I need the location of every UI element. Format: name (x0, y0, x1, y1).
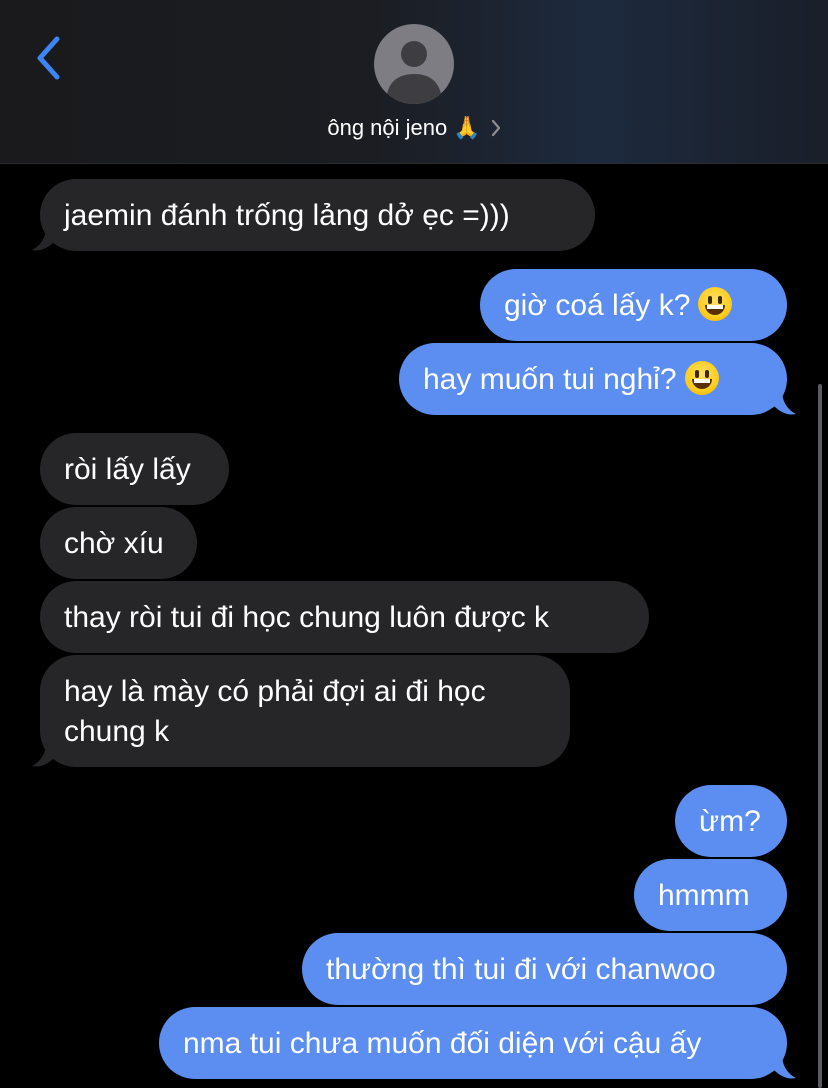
chevron-right-icon (491, 119, 501, 137)
message-bubble-outgoing[interactable]: giờ coá lấy k? (480, 269, 787, 341)
bubble-tail (32, 742, 54, 767)
message-bubble-outgoing[interactable]: hmmm (634, 859, 787, 931)
message-bubble-incoming[interactable]: hay là mày có phải đợi ai đi học chung k (40, 655, 570, 767)
bubble-tail (774, 390, 796, 415)
message-text: ừm? (699, 805, 761, 838)
message-text: hay là mày có phải đợi ai đi học chung k (64, 675, 486, 748)
message-text: hay muốn tui nghỉ? (423, 363, 677, 396)
back-button[interactable] (24, 30, 72, 86)
message-bubble-outgoing[interactable]: thường thì tui đi với chanwoo (302, 933, 787, 1005)
message-text: thường thì tui đi với chanwoo (326, 953, 716, 986)
grinning-face-emoji (698, 287, 733, 321)
message-text: giờ coá lấy k? (504, 289, 691, 322)
message-bubble-incoming[interactable]: ròi lấy lấy (40, 433, 229, 505)
contact-name-button[interactable]: ông nội jeno 🙏 (0, 112, 828, 144)
contact-avatar[interactable] (374, 24, 454, 104)
message-text: hmmm (658, 879, 750, 912)
message-text: thay ròi tui đi học chung luôn được k (64, 601, 550, 634)
contact-name: ông nội jeno (327, 115, 448, 140)
message-bubble-incoming[interactable]: chờ xíu (40, 507, 197, 579)
message-text: nma tui chưa muốn đối diện với cậu ấy (183, 1027, 702, 1060)
message-bubble-incoming[interactable]: jaemin đánh trống lảng dở ẹc =))) (40, 179, 595, 251)
bubble-tail (32, 226, 54, 251)
folded-hands-emoji: 🙏 (453, 115, 481, 141)
conversation-header: ông nội jeno 🙏 (0, 0, 828, 164)
bubble-tail (774, 1054, 796, 1079)
scrollbar[interactable] (818, 384, 822, 1088)
message-bubble-incoming[interactable]: thay ròi tui đi học chung luôn được k (40, 581, 649, 653)
message-bubble-outgoing[interactable]: ừm? (675, 785, 787, 857)
person-silhouette-icon (386, 41, 442, 104)
chevron-left-icon (37, 36, 60, 80)
grinning-face-emoji (684, 361, 719, 395)
message-bubble-outgoing[interactable]: hay muốn tui nghỉ? (399, 343, 787, 415)
message-bubble-outgoing[interactable]: nma tui chưa muốn đối diện với cậu ấy (159, 1007, 787, 1079)
message-text: chờ xíu (64, 527, 164, 560)
message-text: ròi lấy lấy (64, 453, 191, 486)
message-text: jaemin đánh trống lảng dở ẹc =))) (64, 199, 510, 232)
